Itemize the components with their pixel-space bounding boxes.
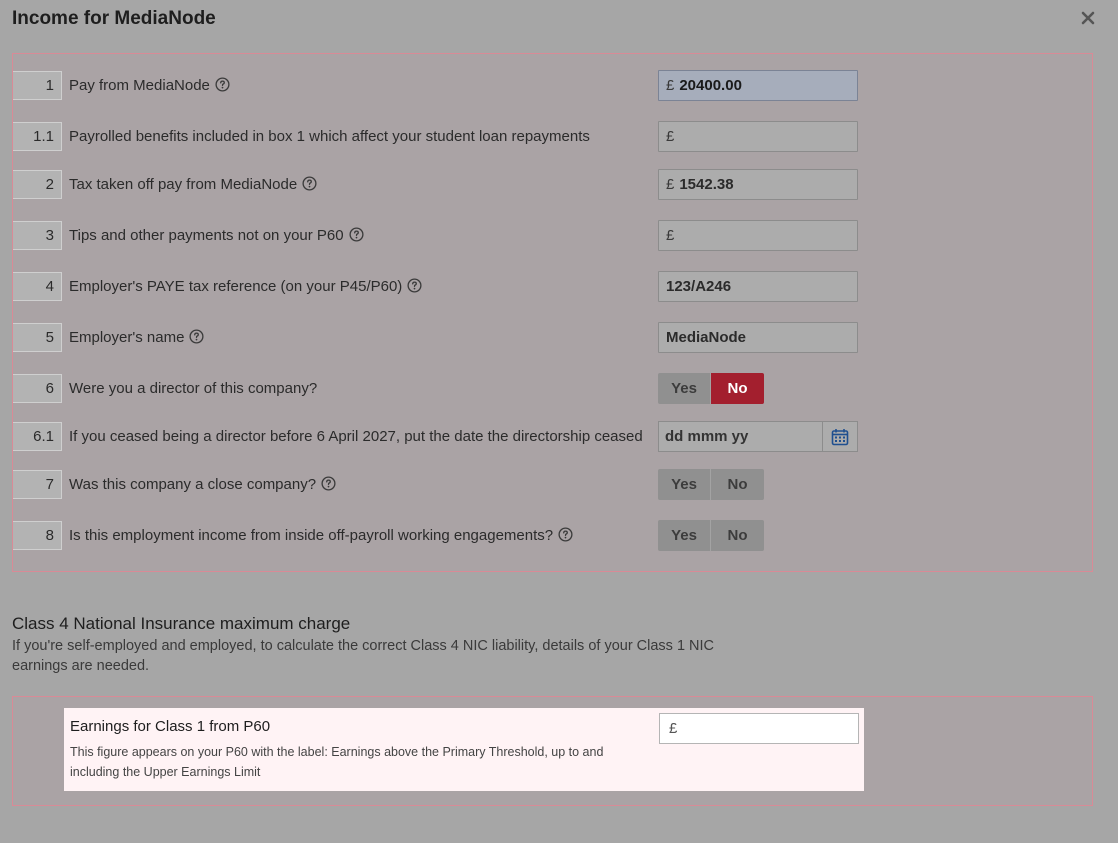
- input-value: 123/A246: [666, 278, 732, 295]
- calendar-icon: [831, 428, 849, 445]
- row-pay: 1 Pay from MediaNode £20400.00: [13, 70, 1092, 102]
- row-label: Payrolled benefits included in box 1 whi…: [69, 121, 590, 153]
- row-director: 6 Were you a director of this company? Y…: [13, 373, 1092, 405]
- employer-name-input[interactable]: MediaNode: [658, 322, 858, 353]
- row-label: Tax taken off pay from MediaNode: [69, 169, 317, 201]
- row-employer-name: 5 Employer's name MediaNode: [13, 322, 1092, 354]
- row-close-company: 7 Was this company a close company? Yes …: [13, 469, 1092, 501]
- row-payrolled-benefits: 1.1 Payrolled benefits included in box 1…: [13, 121, 1092, 153]
- yes-button[interactable]: Yes: [658, 469, 711, 500]
- pay-input[interactable]: £20400.00: [658, 70, 858, 101]
- no-button[interactable]: No: [711, 469, 764, 500]
- row-tips: 3 Tips and other payments not on your P6…: [13, 220, 1092, 252]
- row-tax-taken: 2 Tax taken off pay from MediaNode £1542…: [13, 169, 1092, 201]
- class4-panel: Earnings for Class 1 from P60 This figur…: [12, 696, 1093, 806]
- currency-symbol: £: [666, 227, 675, 244]
- label-text: Is this employment income from inside of…: [69, 527, 554, 544]
- row-label: Pay from MediaNode: [69, 70, 230, 102]
- dialog-title: Income for MediaNode: [12, 8, 216, 29]
- class1-earnings-label: Earnings for Class 1 from P60: [70, 718, 271, 735]
- input-value: 20400.00: [679, 77, 742, 94]
- tax-taken-input[interactable]: £1542.38: [658, 169, 858, 200]
- label-text: Tips and other payments not on your P60: [69, 227, 344, 244]
- input-value: 1542.38: [679, 176, 734, 193]
- box-number: 4: [13, 272, 62, 301]
- no-button[interactable]: No: [711, 520, 764, 551]
- off-payroll-toggle: Yes No: [658, 520, 764, 551]
- input-value: MediaNode: [666, 329, 747, 346]
- label-text: Tax taken off pay from MediaNode: [69, 176, 298, 193]
- box-number: 2: [13, 170, 62, 199]
- class1-earnings-help: This figure appears on your P60 with the…: [70, 745, 604, 779]
- help-icon[interactable]: [189, 328, 204, 344]
- row-label: Tips and other payments not on your P60: [69, 220, 364, 252]
- close-button[interactable]: [1079, 9, 1097, 27]
- help-icon[interactable]: [321, 475, 336, 491]
- row-label: Is this employment income from inside of…: [69, 520, 573, 552]
- row-off-payroll: 8 Is this employment income from inside …: [13, 520, 1092, 552]
- date-input[interactable]: dd mmm yy: [659, 422, 823, 451]
- yes-button[interactable]: Yes: [658, 520, 711, 551]
- help-icon[interactable]: [302, 175, 317, 191]
- tips-input[interactable]: £: [658, 220, 858, 251]
- row-directorship-ceased: 6.1 If you ceased being a director befor…: [13, 421, 1092, 453]
- row-label: Were you a director of this company?: [69, 373, 317, 405]
- box-number: 8: [13, 521, 62, 550]
- label-text: If you ceased being a director before 6 …: [69, 428, 643, 445]
- currency-symbol: £: [669, 720, 678, 737]
- help-icon[interactable]: [558, 526, 573, 542]
- help-icon[interactable]: [215, 76, 230, 92]
- date-picker: dd mmm yy: [658, 421, 858, 452]
- calendar-button[interactable]: [823, 422, 857, 451]
- currency-symbol: £: [666, 77, 675, 94]
- row-label: Employer's name: [69, 322, 204, 354]
- income-panel: 1 Pay from MediaNode £20400.00 1.1 Payro…: [12, 53, 1093, 572]
- yes-button[interactable]: Yes: [658, 373, 711, 404]
- paye-reference-input[interactable]: 123/A246: [658, 271, 858, 302]
- payrolled-benefits-input[interactable]: £: [658, 121, 858, 152]
- currency-symbol: £: [666, 176, 675, 193]
- close-icon: [1081, 11, 1095, 25]
- close-company-toggle: Yes No: [658, 469, 764, 500]
- box-number: 1: [13, 71, 62, 100]
- label-text: Was this company a close company?: [69, 476, 317, 493]
- class4-title: Class 4 National Insurance maximum charg…: [12, 614, 351, 633]
- row-label: If you ceased being a director before 6 …: [69, 421, 643, 453]
- box-number: 3: [13, 221, 62, 250]
- row-label: Employer's PAYE tax reference (on your P…: [69, 271, 422, 303]
- label-text: Were you a director of this company?: [69, 380, 318, 397]
- help-icon[interactable]: [349, 226, 364, 242]
- label-text: Pay from MediaNode: [69, 77, 210, 94]
- box-number: 7: [13, 470, 62, 499]
- director-toggle: Yes No: [658, 373, 764, 404]
- row-paye-reference: 4 Employer's PAYE tax reference (on your…: [13, 271, 1092, 303]
- class1-earnings-row: Earnings for Class 1 from P60 This figur…: [64, 708, 864, 791]
- label-text: Payrolled benefits included in box 1 whi…: [69, 128, 590, 145]
- row-label: Was this company a close company?: [69, 469, 336, 501]
- class4-description: If you're self-employed and employed, to…: [12, 638, 715, 674]
- currency-symbol: £: [666, 128, 675, 145]
- box-number: 5: [13, 323, 62, 352]
- class1-earnings-input[interactable]: £: [659, 713, 859, 744]
- box-number: 6: [13, 374, 62, 403]
- box-number: 6.1: [13, 422, 62, 451]
- label-text: Employer's PAYE tax reference (on your P…: [69, 278, 403, 295]
- help-icon[interactable]: [407, 277, 422, 293]
- no-button[interactable]: No: [711, 373, 764, 404]
- box-number: 1.1: [13, 122, 62, 151]
- label-text: Employer's name: [69, 329, 185, 346]
